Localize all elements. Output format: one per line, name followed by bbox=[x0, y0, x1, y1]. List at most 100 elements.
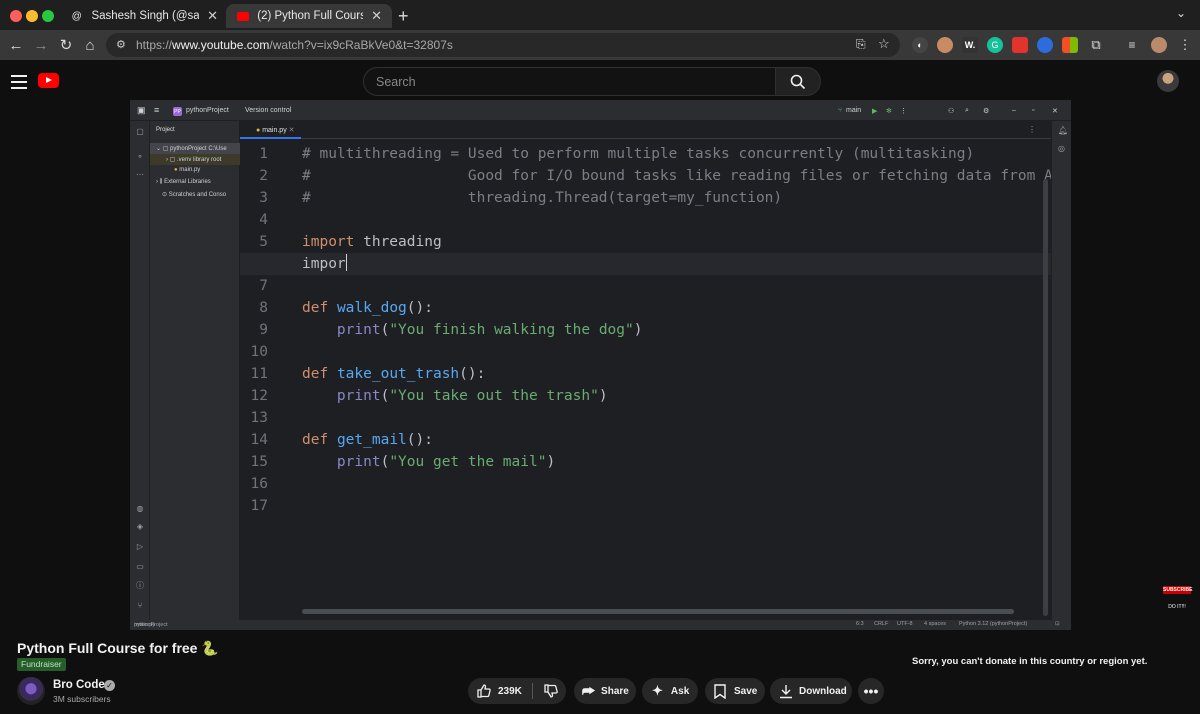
line-number: 15 bbox=[250, 454, 268, 470]
bookmark-icon bbox=[714, 683, 726, 699]
indent-setting: 4 spaces bbox=[924, 621, 947, 627]
ide-status-bar: pythonProject › main.py 6:3 CRLF UTF-8 4… bbox=[130, 620, 1071, 630]
install-app-icon[interactable]: ⎘ bbox=[856, 37, 866, 52]
more-actions-icon: ⋮ bbox=[900, 108, 907, 115]
ide-right-toolbar: 🔔︎ ◎ bbox=[1051, 121, 1071, 620]
reload-icon[interactable]: ↻ bbox=[56, 35, 76, 55]
subscribe-label: SUBSCRIBE bbox=[1163, 586, 1193, 594]
search-icon bbox=[790, 74, 806, 89]
tree-label: main.py bbox=[179, 167, 201, 173]
line-number: 5 bbox=[259, 234, 268, 250]
video-player[interactable]: ▣ ≡ PP pythonProject Version control ⑂ m… bbox=[130, 100, 1071, 630]
code-line-current: impor bbox=[240, 253, 1051, 275]
search-button[interactable] bbox=[775, 67, 821, 96]
line-number: 1 bbox=[259, 146, 268, 162]
layers-icon: ◈ bbox=[136, 521, 144, 531]
cursor-position: 6:3 bbox=[856, 621, 864, 627]
tab-threads[interactable]: @ Sashesh Singh (@sasheshsin ✕ bbox=[60, 4, 228, 28]
branch-icon: ⑂ bbox=[838, 107, 843, 114]
code-line-import: import threading bbox=[302, 231, 1042, 253]
ask-button[interactable]: ✦ Ask bbox=[642, 678, 698, 704]
home-icon[interactable]: ⌂ bbox=[80, 35, 100, 55]
extension-dark-reader-icon[interactable]: ◐ bbox=[912, 37, 928, 53]
line-number: 7 bbox=[259, 278, 268, 294]
url-scheme: https:// bbox=[136, 38, 173, 52]
channel-avatar[interactable] bbox=[17, 677, 45, 705]
donate-notice: Sorry, you can't donate in this country … bbox=[912, 656, 1148, 667]
fundraiser-badge[interactable]: Fundraiser bbox=[17, 658, 66, 671]
tree-label: External Libraries bbox=[164, 179, 211, 185]
menu-hamburger-icon[interactable] bbox=[11, 75, 27, 93]
identifier: threading bbox=[354, 234, 442, 250]
channel-name[interactable]: Bro Code bbox=[53, 679, 105, 691]
project-badge: PP bbox=[173, 107, 182, 116]
back-arrow-icon[interactable]: ← bbox=[6, 35, 26, 55]
thumbs-down-icon[interactable] bbox=[543, 683, 559, 699]
search-input[interactable]: Search bbox=[363, 67, 776, 96]
terminal-icon: ▭ bbox=[136, 561, 144, 571]
extension-avatar-icon[interactable] bbox=[937, 37, 953, 53]
extension-blue-icon[interactable] bbox=[1037, 37, 1053, 53]
like-count[interactable]: 239K bbox=[498, 686, 522, 697]
share-button[interactable]: ⮫ Share bbox=[574, 678, 636, 704]
project-panel-title: Project bbox=[156, 127, 175, 133]
extension-microsoft-icon[interactable] bbox=[1062, 37, 1078, 53]
share-label: Share bbox=[601, 685, 629, 697]
code-line-print: print("You finish walking the dog") bbox=[336, 322, 643, 338]
search-placeholder: Search bbox=[376, 75, 416, 89]
tab-search-icon[interactable]: ⌄ bbox=[1176, 6, 1186, 20]
tree-label: Scratches and Conso bbox=[168, 192, 227, 198]
project-name: pythonProject bbox=[186, 107, 229, 114]
close-icon: ✕ bbox=[1052, 108, 1058, 115]
save-button[interactable]: Save bbox=[705, 678, 765, 704]
breadcrumb-file: main.py bbox=[135, 622, 156, 628]
more-actions-button[interactable]: ••• bbox=[858, 678, 884, 704]
folder-icon: ⌄ ▢ bbox=[156, 146, 171, 152]
address-bar[interactable]: ⚙ https://www.youtube.com/watch?v=ix9cRa… bbox=[106, 33, 900, 57]
maximize-window-button[interactable] bbox=[42, 10, 54, 22]
project-folder-icon: ▢ bbox=[136, 126, 144, 136]
verified-check-icon: ✓ bbox=[104, 680, 115, 691]
problems-icon: ⓘ bbox=[136, 580, 144, 590]
close-window-button[interactable] bbox=[10, 10, 22, 22]
account-avatar[interactable] bbox=[1157, 70, 1179, 92]
subscribe-caption: DO IT!!! bbox=[1168, 604, 1186, 610]
youtube-logo-icon[interactable] bbox=[38, 73, 59, 88]
close-tab-icon[interactable]: ✕ bbox=[371, 8, 382, 24]
line-number: 8 bbox=[259, 300, 268, 316]
new-tab-button[interactable]: + bbox=[398, 6, 409, 27]
bookmark-star-icon[interactable]: ☆ bbox=[878, 36, 890, 52]
forward-arrow-icon[interactable]: → bbox=[31, 35, 51, 55]
tree-item-external-libs: › ⫼ External Libraries bbox=[150, 177, 240, 188]
download-button[interactable]: Download bbox=[770, 678, 852, 704]
browser-menu-icon[interactable]: ⋮ bbox=[1177, 37, 1193, 53]
minimize-window-button[interactable] bbox=[26, 10, 38, 22]
horizontal-scrollbar bbox=[302, 609, 1014, 614]
ask-label: Ask bbox=[670, 685, 690, 697]
divider bbox=[531, 683, 533, 699]
extension-grammarly-icon[interactable]: G bbox=[987, 37, 1003, 53]
code-line-comment: # Good for I/O bound tasks like reading … bbox=[302, 168, 1071, 184]
ide-title-bar: ▣ ≡ PP pythonProject Version control ⑂ m… bbox=[130, 100, 1071, 121]
extension-red-icon[interactable] bbox=[1012, 37, 1028, 53]
reading-list-icon[interactable]: ≡ bbox=[1124, 37, 1140, 53]
code-editor: ● main.py ✕ ⋮ 1 2 3 4 5 6 7 8 9 10 11 12… bbox=[240, 121, 1071, 620]
more-horizontal-icon: ••• bbox=[863, 683, 879, 699]
tab-main-py: ● main.py ✕ bbox=[240, 121, 301, 139]
tab-youtube[interactable]: (2) Python Full Course for free ✕ bbox=[226, 4, 392, 28]
browser-tab-bar: @ Sashesh Singh (@sasheshsin ✕ (2) Pytho… bbox=[0, 0, 1200, 30]
code-line-comment: # multithreading = Used to perform multi… bbox=[302, 146, 975, 162]
site-settings-icon[interactable]: ⚙ bbox=[116, 38, 126, 51]
extensions-puzzle-icon[interactable]: ⧉ bbox=[1088, 37, 1104, 53]
text-caret bbox=[345, 254, 348, 271]
profile-avatar-icon[interactable] bbox=[1151, 37, 1167, 53]
version-control-menu: Version control bbox=[245, 107, 292, 114]
thumbs-up-icon[interactable] bbox=[476, 683, 492, 699]
run-icon: ▶ bbox=[872, 108, 878, 115]
save-label: Save bbox=[734, 685, 758, 697]
code-area: # multithreading = Used to perform multi… bbox=[240, 143, 1071, 517]
close-tab-icon[interactable]: ✕ bbox=[207, 8, 218, 24]
extension-w-icon[interactable]: W. bbox=[962, 37, 978, 53]
